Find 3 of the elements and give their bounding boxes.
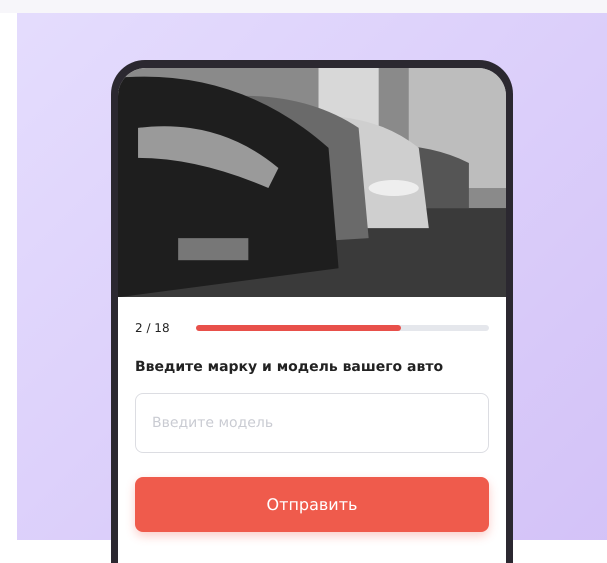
submit-button[interactable]: Отправить	[135, 477, 489, 532]
question-text: Введите марку и модель вашего авто	[135, 359, 444, 375]
step-counter: 2 / 18	[135, 321, 170, 335]
